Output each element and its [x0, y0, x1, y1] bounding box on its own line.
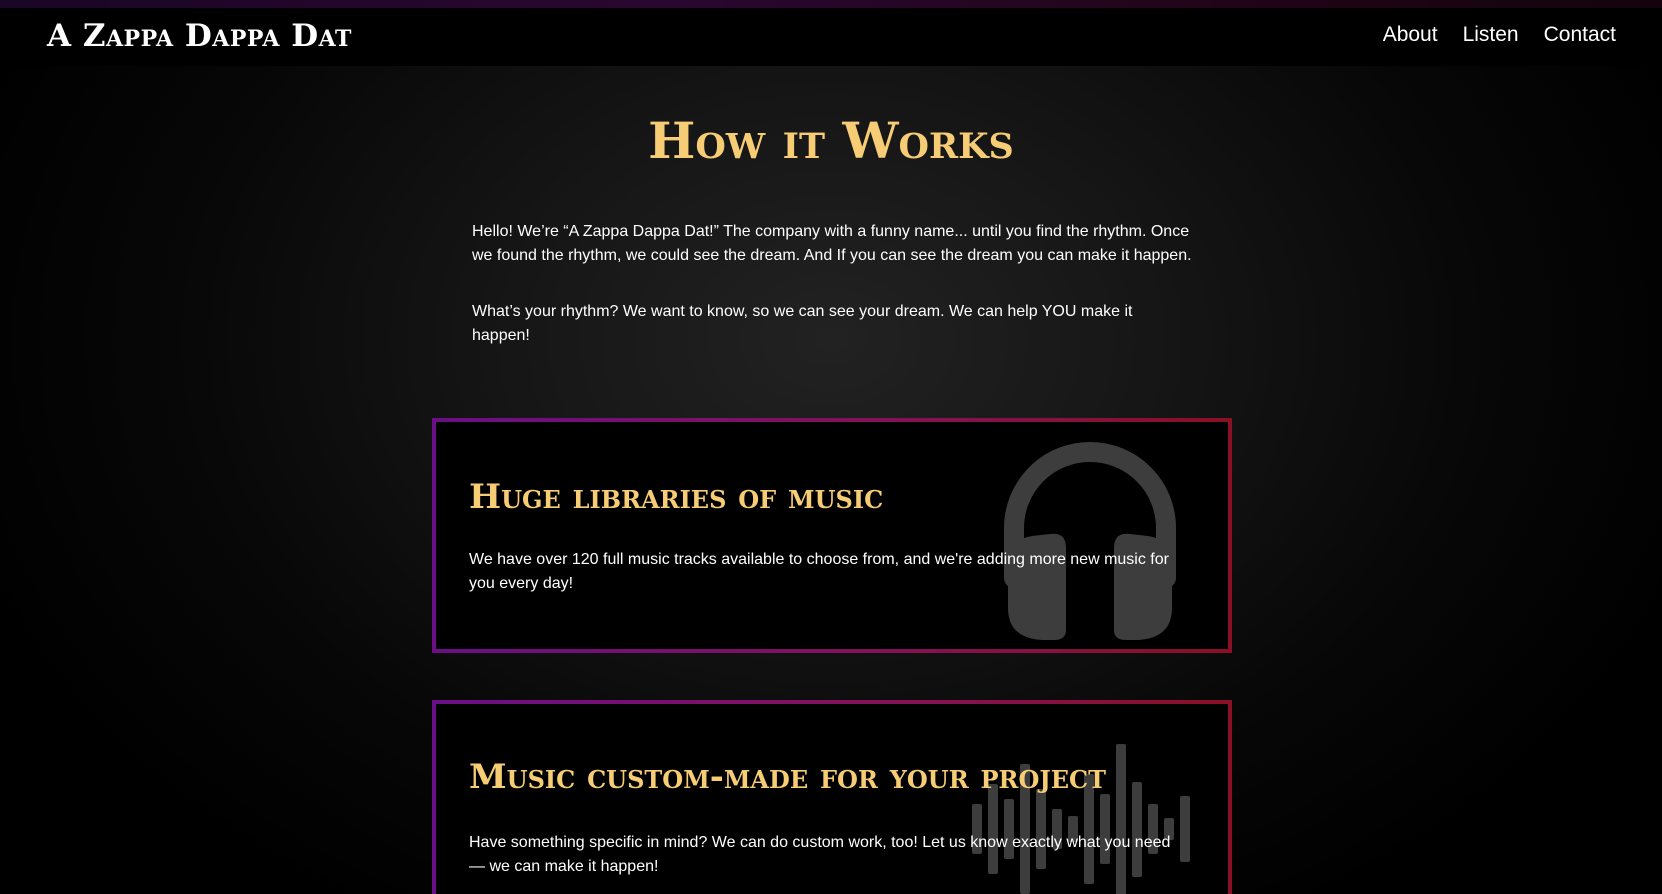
- card-text: Have something specific in mind? We can …: [469, 834, 1171, 875]
- feature-card-custom-music: Music custom-made for your project Have …: [432, 700, 1232, 894]
- page-title: How it Works: [648, 111, 1014, 170]
- headphones-icon: [1004, 442, 1176, 640]
- card-text: We have over 120 full music tracks avail…: [469, 551, 1169, 592]
- intro-section: Hello! We’re “A Zappa Dappa Dat!” The co…: [472, 220, 1192, 380]
- nav-link-contact[interactable]: Contact: [1544, 20, 1616, 50]
- nav-link-listen[interactable]: Listen: [1463, 20, 1519, 50]
- main-nav: About Listen Contact: [1358, 20, 1616, 50]
- intro-paragraph-1: Hello! We’re “A Zappa Dappa Dat!” The co…: [472, 223, 1192, 264]
- card-heading: Music custom-made for your project: [469, 757, 1106, 797]
- brand-logo[interactable]: A Zappa Dappa Dat: [47, 18, 352, 54]
- intro-paragraph-2: What’s your rhythm? We want to know, so …: [472, 303, 1133, 344]
- card-heading: Huge libraries of music: [469, 477, 884, 517]
- nav-link-about[interactable]: About: [1383, 20, 1438, 50]
- top-accent-strip: [0, 0, 1662, 8]
- navbar: A Zappa Dappa Dat About Listen Contact: [0, 8, 1662, 66]
- feature-card-music-library: Huge libraries of music We have over 120…: [432, 418, 1232, 653]
